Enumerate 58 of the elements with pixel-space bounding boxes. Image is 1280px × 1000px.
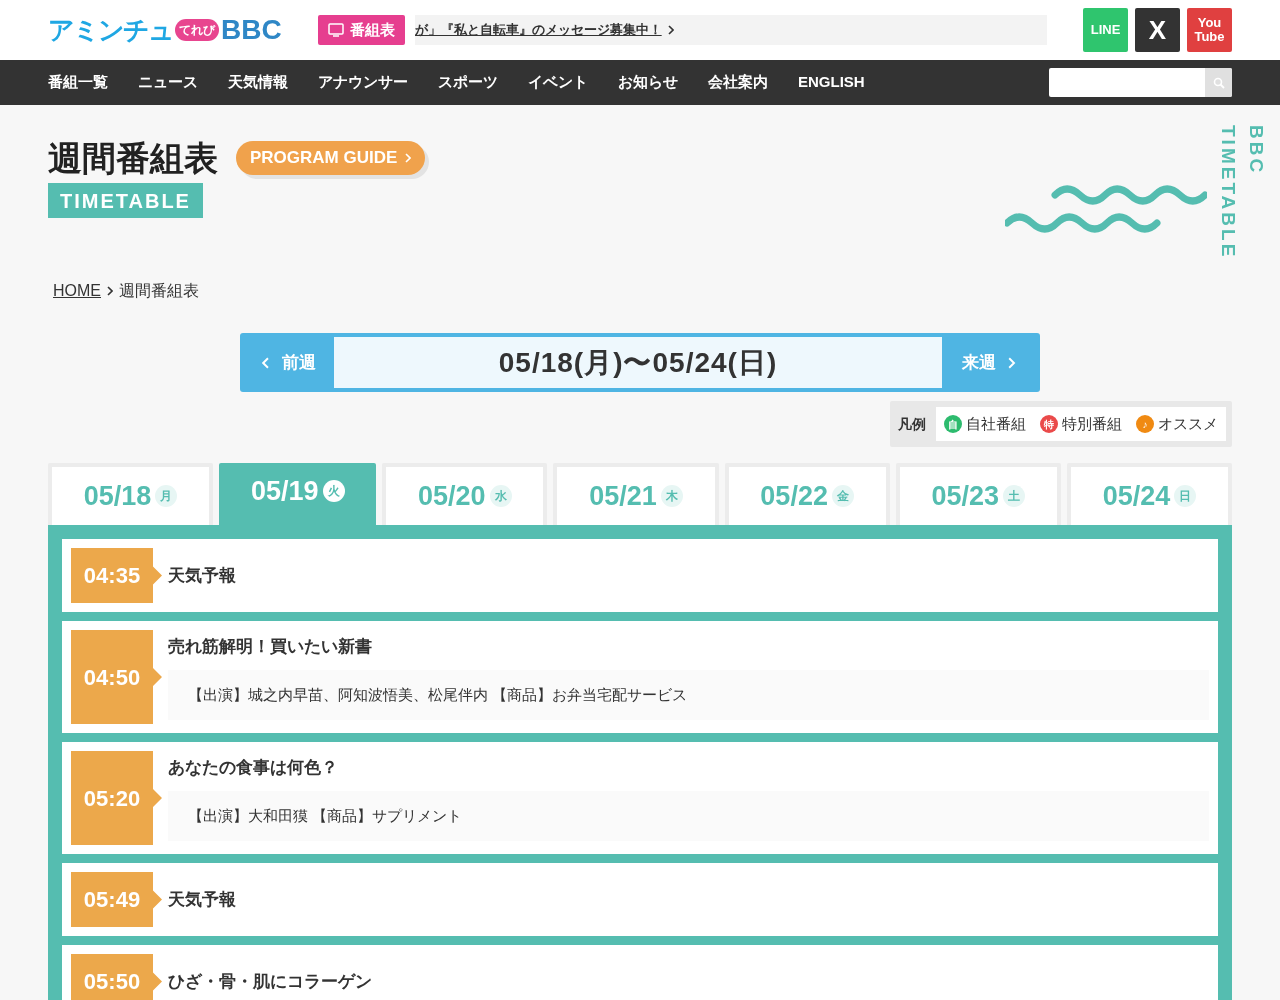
timetable-button[interactable]: 番組表 <box>317 15 405 45</box>
chevron-right-icon <box>667 25 674 35</box>
program-details: 【出演】城之内早苗、阿知波悟美、松尾伴内 【商品】お弁当宅配サービス <box>168 669 1209 720</box>
chevron-left-icon <box>262 356 270 369</box>
logo-wordmark[interactable]: アミンチュ <box>48 17 173 43</box>
ticker-link[interactable]: が」『私と自転車』のメッセージ募集中！ <box>414 20 662 40</box>
nav-link[interactable]: スポーツ <box>438 71 498 94</box>
youtube-link[interactable]: You Tube <box>1187 8 1232 52</box>
legend-mark: 自 <box>944 415 962 433</box>
x-link[interactable]: X <box>1135 8 1180 52</box>
nav-link[interactable]: お知らせ <box>618 71 678 94</box>
next-week-button[interactable]: 来週 <box>942 349 1036 376</box>
day-tab[interactable]: 05/22 金 <box>724 463 890 525</box>
day-tab[interactable]: 05/23 土 <box>895 463 1061 525</box>
program-title: ひざ・骨・肌にコラーゲン <box>168 970 373 993</box>
search-icon[interactable] <box>1205 68 1232 97</box>
legend-mark: ♪ <box>1136 415 1154 433</box>
chevron-right-icon <box>405 153 412 163</box>
chevron-right-icon <box>107 286 113 296</box>
time-badge: 05:49 <box>71 872 162 927</box>
nav-link[interactable]: ニュース <box>138 71 198 94</box>
line-link[interactable]: LINE <box>1083 8 1128 52</box>
breadcrumb-link[interactable]: HOME <box>53 279 101 303</box>
legend-mark: 特 <box>1040 415 1058 433</box>
time-badge: 05:20 <box>71 751 162 845</box>
nav-link[interactable]: 会社案内 <box>708 71 768 94</box>
time-badge: 04:35 <box>71 548 162 603</box>
legend-item: オススメ <box>1158 413 1218 434</box>
time-badge: 04:50 <box>71 630 162 724</box>
side-label: BBC TIMETABLE <box>1216 125 1268 262</box>
day-tab[interactable]: 05/18 月 <box>48 463 214 525</box>
tv-icon <box>327 23 344 37</box>
week-range: 05/18(月)〜05/24(日) <box>334 337 942 388</box>
program-title: 天気予報 <box>168 564 237 587</box>
legend-item: 特別番組 <box>1062 413 1122 434</box>
previous-week-button[interactable]: 前週 <box>244 349 334 376</box>
breadcrumb-current: 週間番組表 <box>119 281 199 301</box>
program-title: あなたの食事は何色？ <box>168 757 339 779</box>
time-badge: 05:50 <box>71 954 162 1000</box>
logo-brand[interactable]: BBC <box>221 16 282 44</box>
subtitle-badge: TIMETABLE <box>48 183 203 218</box>
day-tab[interactable]: 05/24 日 <box>1066 463 1232 525</box>
search-field[interactable] <box>1049 68 1232 97</box>
nav-link[interactable]: アナウンサー <box>318 71 408 94</box>
day-tab[interactable]: 05/19 火 <box>219 463 377 525</box>
legend-label: 凡例 <box>897 414 927 434</box>
program-title: 売れ筋解明！買いたい新書 <box>168 636 373 658</box>
nav-link[interactable]: ENGLISH <box>798 71 865 94</box>
day-tab[interactable]: 05/20 水 <box>382 463 548 525</box>
nav-link[interactable]: 番組一覧 <box>48 71 108 94</box>
program-title: 天気予報 <box>168 888 237 911</box>
page-title: 週間番組表 <box>48 141 218 175</box>
chevron-right-icon <box>1008 356 1016 369</box>
legend-item: 自社番組 <box>966 413 1026 434</box>
program-details: 【出演】大和田獏 【商品】サプリメント <box>168 790 1209 841</box>
nav-link[interactable]: イベント <box>528 71 588 94</box>
nav-link[interactable]: 天気情報 <box>228 71 288 94</box>
day-tab[interactable]: 05/21 木 <box>553 463 719 525</box>
